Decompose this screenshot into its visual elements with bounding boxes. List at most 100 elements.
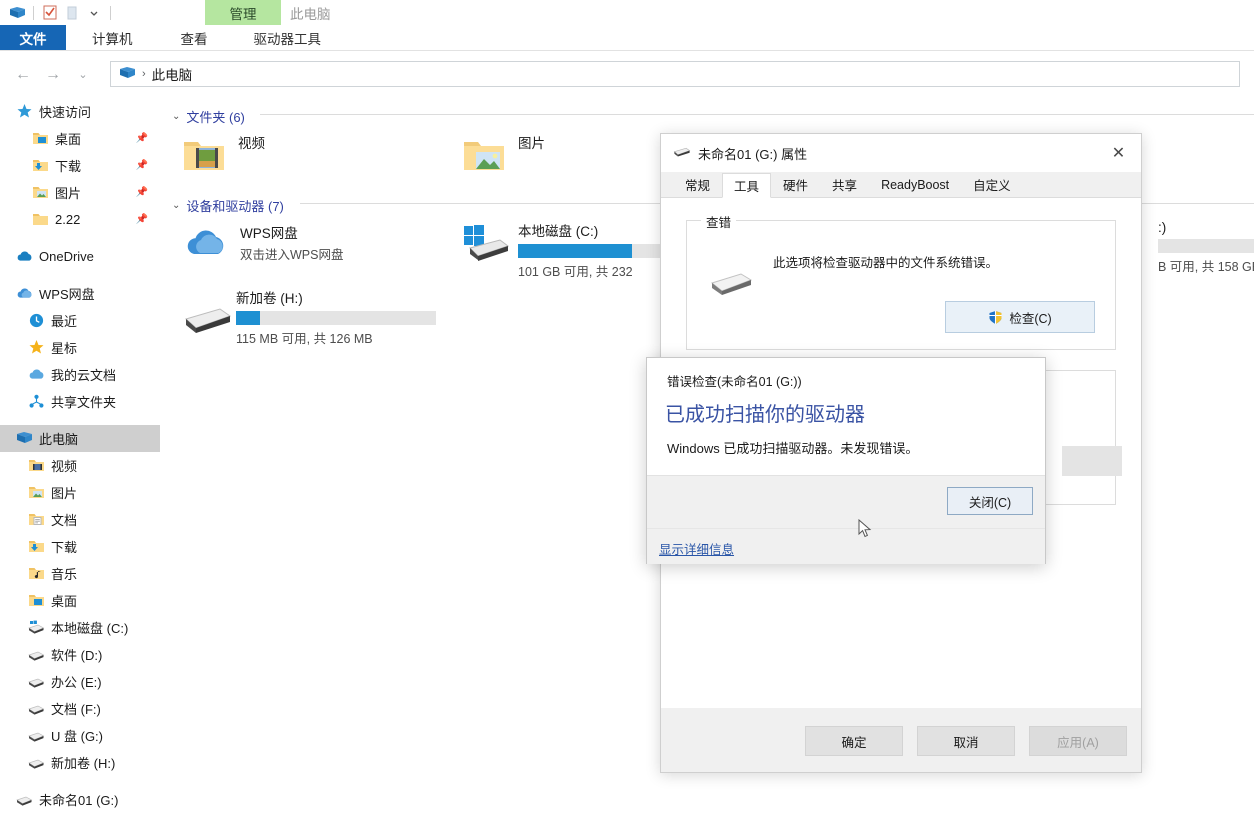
section-legend: 查错 [701,212,737,231]
drive-name: :) [1158,220,1167,235]
toolbar-divider-2 [110,5,111,20]
tab-file[interactable]: 文件 [0,25,66,50]
sidebar-item-label: 我的云文档 [51,368,117,383]
error-dialog-button-row: 关闭(C) [647,476,1045,528]
sidebar-item-14[interactable]: 文档 [0,506,160,533]
check-button[interactable]: 检查(C) [945,301,1095,333]
pin-icon[interactable]: 📌 [136,133,148,144]
sidebar-item-12[interactable]: 视频 [0,452,160,479]
desktop-folder-icon [28,592,45,609]
sidebar-item-20[interactable]: 办公 (E:) [0,668,160,695]
breadcrumb-separator: › [142,68,146,80]
optimize-button[interactable] [1062,446,1122,476]
sidebar-item-21[interactable]: 文档 (F:) [0,695,160,722]
sidebar-item-6[interactable]: WPS网盘 [0,280,160,307]
sidebar-item-9[interactable]: 我的云文档 [0,361,160,388]
properties-footer-button-0[interactable]: 确定 [805,726,903,756]
sidebar-item-label: 音乐 [51,567,78,582]
capacity-bar-fill [518,244,632,258]
navigation-pane[interactable]: 快速访问 桌面 📌 下载 📌 图片 📌 2.22 📌 OneDrive WPS网盘 最近 星标 我的云文档… [0,98,160,833]
sidebar-item-16[interactable]: 音乐 [0,560,160,587]
error-dialog-caption: 错误检查(未命名01 (G:)) [667,375,802,389]
toolbar-divider [33,5,34,20]
sidebar-item-18[interactable]: 本地磁盘 (C:) [0,614,160,641]
sidebar-item-label: 新加卷 (H:) [51,756,116,771]
show-details-link[interactable]: 显示详细信息 [659,539,734,558]
sidebar-item-7[interactable]: 最近 [0,307,160,334]
close-button[interactable]: 关闭(C) [947,487,1033,515]
sidebar-item-23[interactable]: 新加卷 (H:) [0,749,160,776]
properties-tab-5[interactable]: 自定义 [961,172,1023,197]
dropdown-icon[interactable] [83,3,105,23]
drive-tile-h[interactable]: 新加卷 (H:) 115 MB 可用, 共 126 MB [182,285,436,351]
sidebar-item-label: 文档 (F:) [51,702,101,717]
wps-cloud-icon [182,220,230,268]
group-header-devices[interactable]: ⌄ 设备和驱动器 (7) [172,196,284,215]
group-header-folders[interactable]: ⌄ 文件夹 (6) [172,107,245,126]
new-folder-icon[interactable] [61,3,83,23]
pictures-folder-icon [32,184,49,201]
sidebar-item-24[interactable]: 未命名01 (G:) [0,786,160,813]
pin-icon[interactable]: 📌 [136,187,148,198]
properties-tab-0[interactable]: 常规 [673,172,723,197]
tab-drive-tools[interactable]: 驱动器工具 [240,25,336,50]
capacity-bar [1158,239,1254,253]
pin-icon[interactable]: 📌 [136,214,148,225]
chevron-down-icon[interactable]: ⌄ [172,200,180,211]
file-explorer-window: 管理 此电脑 文件 计算机 查看 驱动器工具 ← → ⌄ ↑ › 此电脑 快速访… [0,0,1254,833]
drive-tile-wps[interactable]: WPS网盘 双击进入WPS网盘 [182,220,343,268]
folder-tile-pictures[interactable]: 图片 [460,130,545,178]
pin-icon[interactable]: 📌 [136,160,148,171]
folder-tile-videos[interactable]: 视频 [180,130,265,178]
properties-icon[interactable] [39,3,61,23]
tab-computer[interactable]: 计算机 [78,25,147,50]
close-icon[interactable]: ✕ [1096,134,1141,172]
sidebar-item-4[interactable]: 2.22 📌 [0,206,160,233]
sidebar-item-5[interactable]: OneDrive [0,243,160,270]
sidebar-item-8[interactable]: 星标 [0,334,160,361]
recent-locations-button[interactable]: ⌄ [68,60,98,90]
sidebar-item-label: 办公 (E:) [51,675,102,690]
properties-tab-1[interactable]: 工具 [722,173,772,198]
sidebar-item-17[interactable]: 桌面 [0,587,160,614]
quick-access-toolbar [0,0,1254,25]
sidebar-item-15[interactable]: 下载 [0,533,160,560]
sidebar-item-label: 视频 [51,459,78,474]
contextual-tab-group[interactable]: 管理 [205,0,281,25]
sidebar-item-3[interactable]: 图片 📌 [0,179,160,206]
properties-tab-strip[interactable]: 常规 工具 硬件 共享 ReadyBoost 自定义 [661,172,1141,198]
star-icon [28,339,45,356]
drive-icon [182,303,232,351]
breadcrumb-path[interactable]: 此电脑 [152,64,193,84]
onedrive-cloud-icon [16,248,33,265]
breadcrumb[interactable]: › 此电脑 [110,61,1240,87]
properties-footer-button-1[interactable]: 取消 [917,726,1015,756]
tab-view[interactable]: 查看 [167,25,222,50]
sidebar-item-22[interactable]: U 盘 (G:) [0,722,160,749]
error-checking-dialog: 错误检查(未命名01 (G:)) 已成功扫描你的驱动器 Windows 已成功扫… [646,357,1046,564]
cloud-doc-icon [28,366,45,383]
sidebar-item-label: U 盘 (G:) [51,729,103,744]
sidebar-item-13[interactable]: 图片 [0,479,160,506]
forward-button[interactable]: → [38,60,68,90]
properties-tab-3[interactable]: 共享 [820,172,870,197]
sidebar-item-11[interactable]: 此电脑 [0,425,160,452]
chevron-down-icon[interactable]: ⌄ [172,111,180,122]
dialog-title-text: 未命名01 (G:) 属性 [698,146,808,162]
explorer-icon[interactable] [6,3,28,23]
properties-tab-2[interactable]: 硬件 [771,172,821,197]
back-button[interactable]: ← [8,60,38,90]
properties-dialog-footer: 确定 取消 应用(A) [661,710,1141,772]
this-pc-icon [16,430,33,447]
sidebar-item-10[interactable]: 共享文件夹 [0,388,160,415]
sidebar-item-1[interactable]: 桌面 📌 [0,125,160,152]
properties-tab-4[interactable]: ReadyBoost [869,172,962,197]
sidebar-item-2[interactable]: 下载 📌 [0,152,160,179]
folder-name: 图片 [518,136,545,151]
folder-name: 视频 [238,136,265,151]
sidebar-item-0[interactable]: 快速访问 [0,98,160,125]
sidebar-item-19[interactable]: 软件 (D:) [0,641,160,668]
group-label: 文件夹 (6) [186,110,245,125]
drive-icon [709,269,755,302]
